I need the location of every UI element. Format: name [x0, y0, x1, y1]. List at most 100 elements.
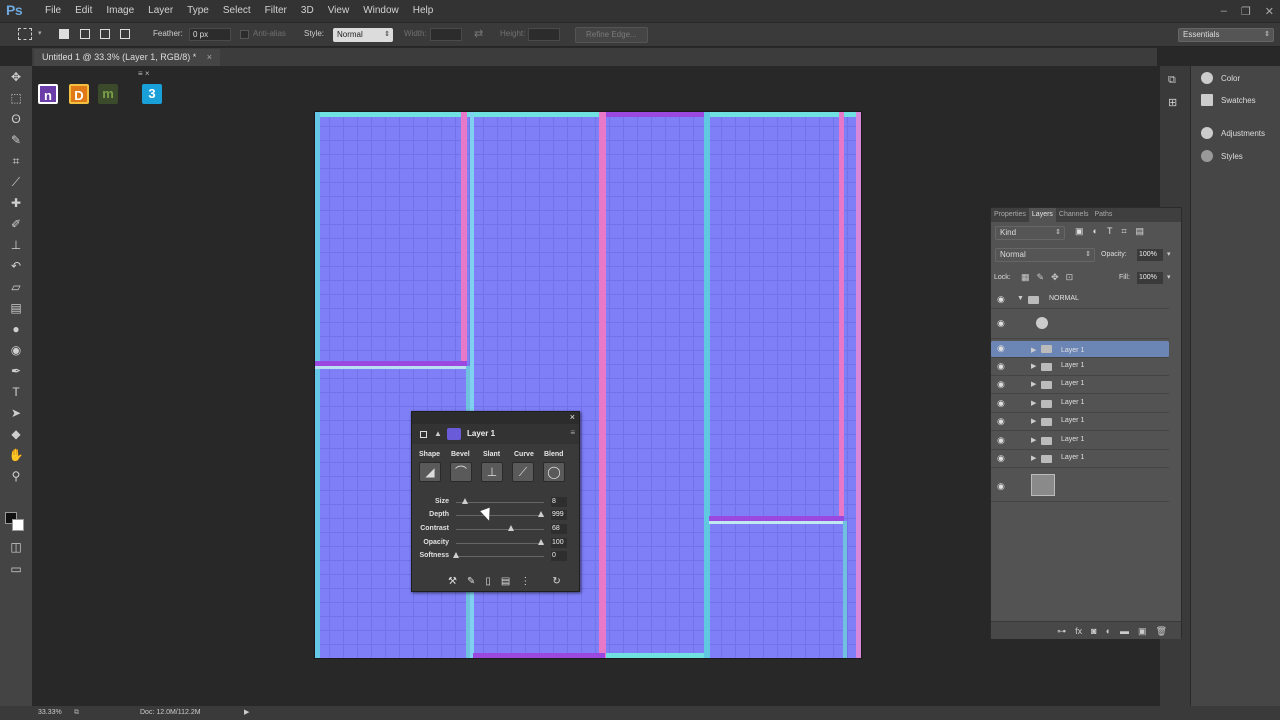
visibility-eye-icon[interactable]: ◉: [997, 482, 1007, 491]
styles-panel-item[interactable]: Styles: [1201, 150, 1243, 162]
subtract-selection-icon[interactable]: [100, 29, 110, 39]
menu-help[interactable]: Help: [406, 0, 441, 22]
hand-icon[interactable]: ✋: [4, 445, 28, 465]
share-icon[interactable]: ⧉: [74, 706, 79, 720]
color-panel-item[interactable]: Color: [1201, 72, 1240, 84]
pixel-filter-icon[interactable]: ▣: [1075, 226, 1084, 237]
slider-value[interactable]: 999: [551, 510, 567, 520]
layer-filter-select[interactable]: Kind ⇕: [995, 226, 1065, 240]
mdo-plugin-icon[interactable]: m: [98, 84, 118, 104]
menu-3d[interactable]: 3D: [294, 0, 321, 22]
ndo-title-bar[interactable]: ×: [412, 412, 579, 424]
expand-triangle-icon[interactable]: ▶: [1031, 417, 1036, 425]
visibility-eye-icon[interactable]: ◉: [997, 344, 1007, 353]
visibility-eye-icon[interactable]: ◉: [997, 380, 1007, 389]
curve-button[interactable]: ⟋: [512, 462, 534, 482]
brush-icon[interactable]: ✐: [4, 214, 28, 234]
visibility-eye-icon[interactable]: ◉: [997, 399, 1007, 408]
panel-menu-icon[interactable]: ≡: [570, 428, 575, 437]
collapse-triangle-icon[interactable]: ▼: [1017, 295, 1024, 302]
lock-pixels-icon[interactable]: ✎: [1037, 272, 1045, 283]
swatches-panel-item[interactable]: Swatches: [1201, 94, 1256, 106]
lock-position-icon[interactable]: ✥: [1051, 272, 1059, 283]
intersect-selection-icon[interactable]: [120, 29, 130, 39]
visibility-eye-icon[interactable]: ◉: [997, 436, 1007, 445]
slider-thumb[interactable]: [453, 552, 459, 558]
close-icon[interactable]: ×: [570, 412, 575, 422]
close-icon[interactable]: ×: [207, 52, 212, 62]
slider-thumb[interactable]: [538, 539, 545, 545]
zoom-icon[interactable]: ⚲: [4, 466, 28, 486]
layer-row[interactable]: ◉ ▶ Layer 1: [991, 396, 1169, 413]
slider-value[interactable]: 0: [551, 551, 567, 561]
eyedropper-icon[interactable]: ⟋: [4, 172, 28, 192]
new-group-icon[interactable]: ▬: [1120, 622, 1129, 639]
background-layer-row[interactable]: ◉: [991, 470, 1169, 502]
add-selection-icon[interactable]: [80, 29, 90, 39]
expand-triangle-icon[interactable]: ▶: [1031, 454, 1036, 462]
width-input[interactable]: [430, 28, 462, 41]
move-icon[interactable]: ✥: [4, 67, 28, 87]
bevel-button[interactable]: ⌒: [450, 462, 472, 482]
brush-icon[interactable]: ✎: [467, 576, 475, 587]
path-select-icon[interactable]: ➤: [4, 403, 28, 423]
workspace-select[interactable]: Essentials ⇕: [1178, 28, 1274, 42]
swap-icon[interactable]: ⇄: [474, 27, 483, 40]
eraser-icon[interactable]: ▱: [4, 277, 28, 297]
layer-row[interactable]: ◉ ▶ Layer 1: [991, 451, 1169, 468]
blur-icon[interactable]: ●: [4, 319, 28, 339]
save-icon[interactable]: ▤: [501, 576, 510, 587]
shape-icon[interactable]: ◆: [4, 424, 28, 444]
layer-row[interactable]: ◉ ▶ Layer 1: [991, 341, 1169, 358]
expand-triangle-icon[interactable]: ▶: [1031, 399, 1036, 407]
crop-icon[interactable]: ⌗: [4, 151, 28, 171]
chevron-down-icon[interactable]: ▾: [1167, 250, 1171, 258]
layer-group-row[interactable]: ◉ ▼ NORMAL: [991, 292, 1169, 309]
slider-track[interactable]: [456, 502, 544, 503]
document-icon[interactable]: ▯: [485, 576, 491, 587]
menu-type[interactable]: Type: [180, 0, 216, 22]
close-icon[interactable]: ✕: [1265, 5, 1274, 18]
slant-button[interactable]: ⊥: [481, 462, 503, 482]
marquee-icon[interactable]: ⬚: [4, 88, 28, 108]
expand-triangle-icon[interactable]: ▶: [1031, 436, 1036, 444]
screen-mode-icon[interactable]: ▭: [4, 559, 28, 579]
tab-paths[interactable]: Paths: [1092, 208, 1116, 222]
settings-icon[interactable]: ⋮: [520, 576, 530, 587]
visibility-eye-icon[interactable]: ◉: [997, 417, 1007, 426]
adjustments-panel-item[interactable]: Adjustments: [1201, 127, 1265, 139]
lasso-icon[interactable]: ʘ: [4, 109, 28, 129]
menu-select[interactable]: Select: [216, 0, 258, 22]
opacity-input[interactable]: 100%: [1137, 249, 1163, 261]
slider-track[interactable]: [456, 515, 544, 516]
slider-track[interactable]: [456, 543, 544, 544]
menu-edit[interactable]: Edit: [68, 0, 99, 22]
properties-icon[interactable]: ⊞: [1168, 96, 1177, 109]
tab-properties[interactable]: Properties: [991, 208, 1029, 222]
history-icon[interactable]: ⧉: [1168, 74, 1176, 87]
ddo-plugin-icon[interactable]: D: [69, 84, 89, 104]
minimize-icon[interactable]: –: [1221, 5, 1227, 17]
blend-mode-select[interactable]: Normal ⇕: [995, 248, 1095, 262]
height-input[interactable]: [528, 28, 560, 41]
fx-icon[interactable]: fx: [1075, 622, 1082, 639]
visibility-eye-icon[interactable]: ◉: [997, 454, 1007, 463]
ndo-plugin-icon[interactable]: n: [38, 84, 58, 104]
dodge-icon[interactable]: ◉: [4, 340, 28, 360]
trash-icon[interactable]: 🗑: [1156, 622, 1167, 639]
slider-value[interactable]: 8: [551, 497, 567, 507]
history-brush-icon[interactable]: ↶: [4, 256, 28, 276]
new-selection-icon[interactable]: [59, 29, 69, 39]
slider-track[interactable]: [456, 529, 544, 530]
menu-view[interactable]: View: [321, 0, 357, 22]
slider-track[interactable]: [456, 556, 544, 557]
layer-row[interactable]: ◉ ▶ Layer 1: [991, 433, 1169, 450]
smart-filter-icon[interactable]: ▤: [1136, 226, 1145, 237]
document-tab[interactable]: Untitled 1 @ 33.3% (Layer 1, RGB/8) * ×: [34, 49, 220, 66]
visibility-eye-icon[interactable]: ◉: [997, 295, 1007, 304]
expand-triangle-icon[interactable]: ▶: [1031, 380, 1036, 388]
gradient-icon[interactable]: ▤: [4, 298, 28, 318]
adjustment-layer-icon[interactable]: ◐: [1106, 622, 1111, 639]
feather-input[interactable]: 0 px: [189, 28, 231, 41]
antialias-checkbox[interactable]: [240, 30, 249, 39]
